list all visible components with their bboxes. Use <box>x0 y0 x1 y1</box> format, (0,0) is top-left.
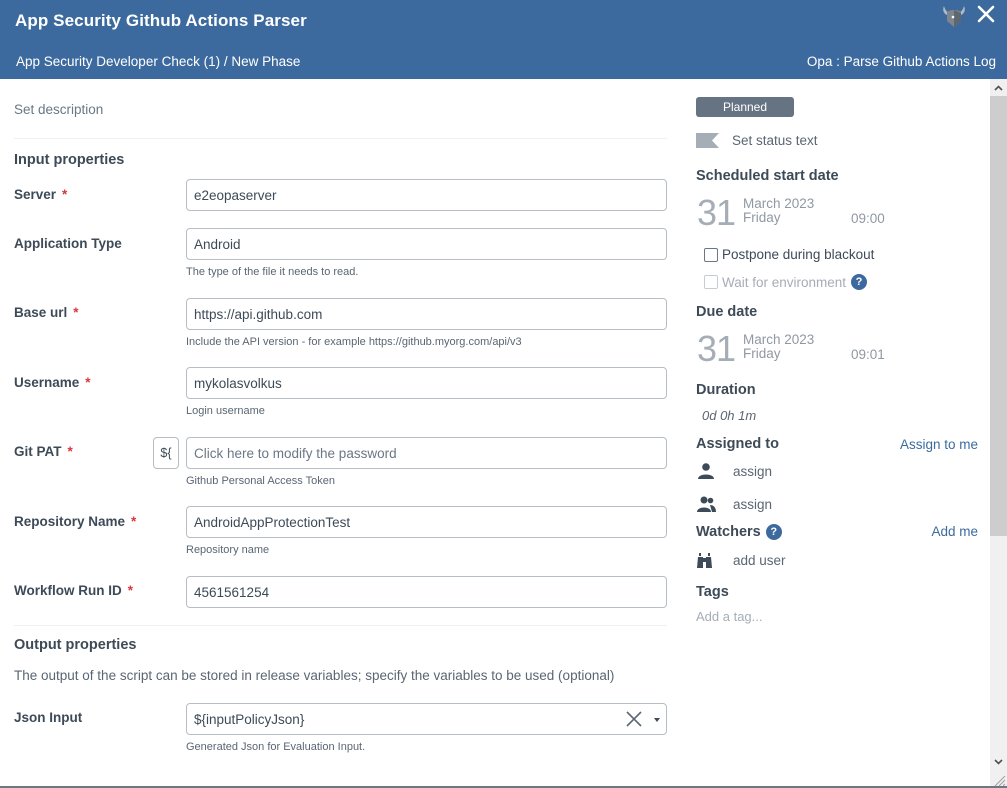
json-input-label: Json Input <box>14 710 83 725</box>
scheduled-start-heading: Scheduled start date <box>696 168 839 184</box>
scrollbar[interactable] <box>990 79 1007 788</box>
set-description-link[interactable]: Set description <box>14 102 103 117</box>
help-icon[interactable]: ? <box>851 274 868 290</box>
due-date-heading: Due date <box>696 304 758 320</box>
task-type-label: Opa : Parse Github Actions Log <box>806 54 996 69</box>
assign-user-field[interactable]: assign <box>696 463 772 479</box>
add-watcher-field[interactable]: add user <box>696 552 786 568</box>
scheduled-start-date-picker[interactable]: 31 March 2023 Friday 09:00 <box>696 192 896 236</box>
required-marker: * <box>67 444 73 459</box>
scroll-up-button[interactable] <box>990 79 1007 96</box>
status-badge: Planned <box>696 97 794 117</box>
add-me-link[interactable]: Add me <box>931 524 978 539</box>
opa-viking-helmet-icon <box>943 6 965 27</box>
required-marker: * <box>62 187 68 202</box>
tags-heading: Tags <box>696 584 729 600</box>
json-input-value: ${inputPolicyJson} <box>194 711 305 727</box>
assign-team-placeholder: assign <box>733 496 773 512</box>
workflow-run-id-label: Workflow Run ID * <box>14 583 134 598</box>
wait-for-environment-label: Wait for environment <box>722 274 847 290</box>
base-url-help: Include the API version - for example ht… <box>186 336 522 348</box>
divider <box>14 625 667 626</box>
required-marker: * <box>131 514 137 529</box>
assigned-to-heading: Assigned to <box>696 436 779 452</box>
postpone-checkbox[interactable] <box>704 247 718 262</box>
assign-to-me-link[interactable]: Assign to me <box>900 437 978 452</box>
due-time[interactable]: 09:01 <box>851 347 885 362</box>
git-pat-label: Git PAT * <box>14 444 73 459</box>
assign-user-placeholder: assign <box>733 463 773 479</box>
modal-header: App Security Github Actions Parser App S… <box>0 0 1007 79</box>
application-type-input[interactable]: Android <box>186 228 667 260</box>
due-weekday: Friday <box>743 346 781 361</box>
breadcrumb: App Security Developer Check (1) / New P… <box>16 54 301 69</box>
application-type-help: The type of the file it needs to read. <box>186 266 359 278</box>
due-day: 31 <box>697 328 736 369</box>
variable-toggle-button[interactable]: ${ <box>153 437 179 469</box>
base-url-label: Base url * <box>14 305 79 320</box>
required-marker: * <box>73 305 79 320</box>
binoculars-icon <box>697 553 712 568</box>
workflow-run-id-input[interactable]: 4561561254 <box>186 576 667 608</box>
repository-name-help: Repository name <box>186 544 270 556</box>
clear-icon[interactable] <box>625 710 643 728</box>
start-month-year: March 2023 <box>743 196 815 211</box>
output-properties-description: The output of the script can be stored i… <box>14 668 615 683</box>
input-properties-heading: Input properties <box>14 152 125 168</box>
repository-name-label: Repository Name * <box>14 514 137 529</box>
user-icon <box>698 463 714 479</box>
divider <box>14 138 667 139</box>
flag-icon <box>696 133 719 148</box>
output-properties-heading: Output properties <box>14 637 137 653</box>
task-form: Set description Input properties Server *… <box>0 79 680 788</box>
close-icon[interactable] <box>975 3 997 25</box>
scrollbar-thumb[interactable] <box>990 96 1007 536</box>
base-url-input[interactable]: https://api.github.com <box>186 298 667 330</box>
set-status-text-link[interactable]: Set status text <box>732 133 818 148</box>
start-weekday: Friday <box>743 210 781 225</box>
application-type-label: Application Type <box>14 236 122 251</box>
start-day: 31 <box>697 192 736 233</box>
postpone-label: Postpone during blackout <box>722 247 875 262</box>
server-label: Server * <box>14 187 68 202</box>
resize-grip-icon[interactable] <box>992 773 1006 787</box>
git-pat-password-input[interactable]: Click here to modify the password <box>186 437 667 469</box>
postpone-during-blackout-option[interactable]: Postpone during blackout <box>704 247 874 262</box>
chevron-down-icon[interactable] <box>654 718 660 722</box>
due-month-year: March 2023 <box>743 332 815 347</box>
server-input[interactable]: e2eopaserver <box>186 179 667 211</box>
tags-input[interactable]: Add a tag... <box>696 609 896 624</box>
assign-team-field[interactable]: assign <box>696 496 772 512</box>
username-label: Username * <box>14 375 91 390</box>
username-help: Login username <box>186 405 265 417</box>
help-icon[interactable]: ? <box>765 524 782 540</box>
add-user-placeholder: add user <box>733 552 786 568</box>
wait-for-environment-option: Wait for environment ? <box>704 274 868 290</box>
wait-for-environment-checkbox <box>704 275 718 289</box>
repository-name-input[interactable]: AndroidAppProtectionTest <box>186 506 667 538</box>
json-input-help: Generated Json for Evaluation Input. <box>186 741 366 753</box>
required-marker: * <box>127 583 134 598</box>
git-pat-help: Github Personal Access Token <box>186 475 335 487</box>
chevron-up-icon <box>994 84 1003 91</box>
team-icon <box>697 496 716 512</box>
duration-heading: Duration <box>696 382 756 398</box>
watchers-heading: Watchers ? <box>696 524 782 540</box>
task-details-panel: Planned Set status text Scheduled start … <box>696 79 981 788</box>
json-input-select[interactable]: ${inputPolicyJson} <box>186 703 667 735</box>
required-marker: * <box>85 375 91 390</box>
duration-value[interactable]: 0d 0h 1m <box>702 408 756 423</box>
task-title: App Security Github Actions Parser <box>15 11 307 30</box>
chevron-down-icon <box>994 758 1003 765</box>
start-time[interactable]: 09:00 <box>851 211 885 226</box>
username-input[interactable]: mykolasvolkus <box>186 367 667 399</box>
due-date-picker[interactable]: 31 March 2023 Friday 09:01 <box>696 328 896 372</box>
scroll-down-button[interactable] <box>990 753 1007 770</box>
